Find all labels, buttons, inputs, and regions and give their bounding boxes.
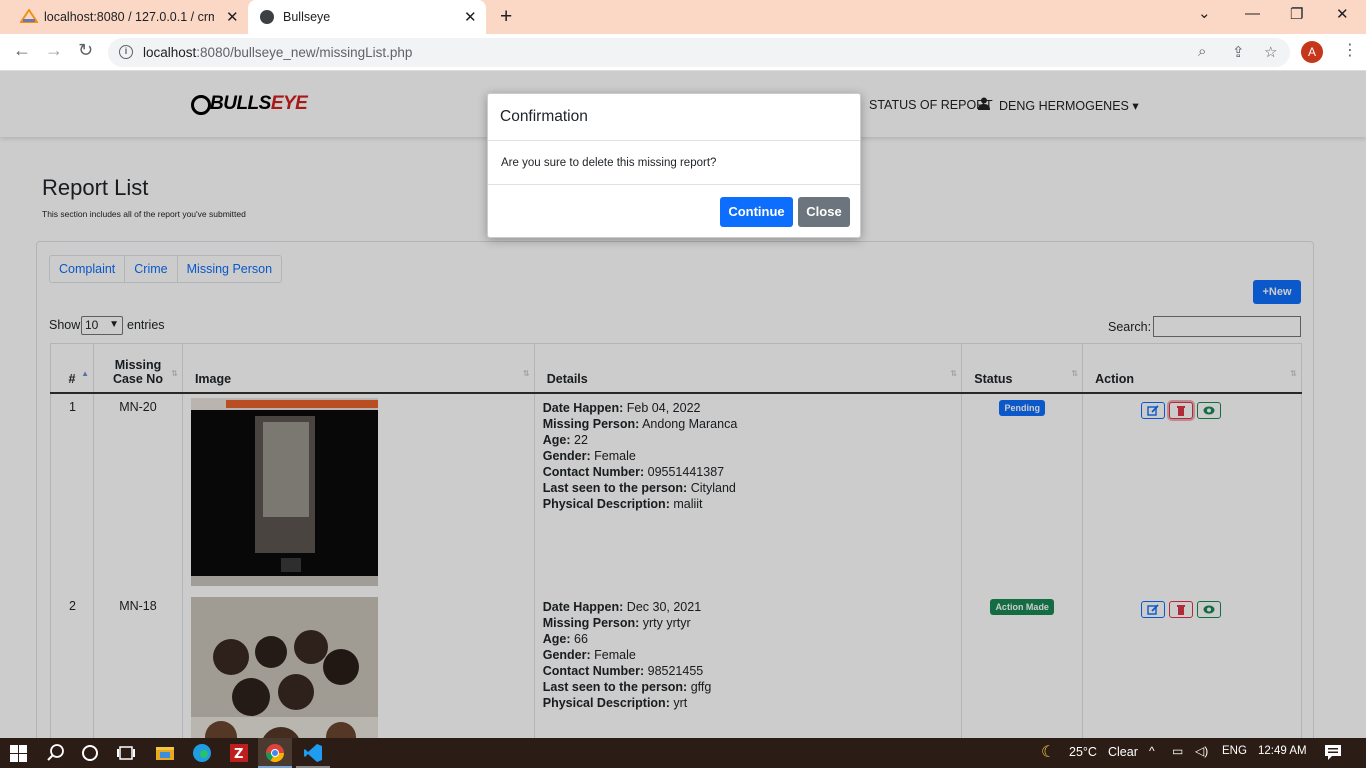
phpmyadmin-icon xyxy=(20,9,38,23)
continue-button[interactable]: Continue xyxy=(720,197,793,227)
weather-condition[interactable]: Clear xyxy=(1108,745,1138,759)
modal-title: Confirmation xyxy=(500,108,588,125)
filezilla-icon[interactable]: Z xyxy=(229,743,249,763)
tab-title: localhost:8080 / 127.0.0.1 / crms_ xyxy=(44,10,214,24)
svg-text:Z: Z xyxy=(234,747,243,762)
browser-menu-icon[interactable]: ⋮ xyxy=(1342,40,1358,60)
browser-tab-strip: localhost:8080 / 127.0.0.1 / crms_ ✕ Bul… xyxy=(0,0,1366,34)
vscode-icon[interactable] xyxy=(303,743,323,763)
bookmark-star-icon[interactable]: ☆ xyxy=(1264,43,1277,61)
close-tab-icon[interactable]: ✕ xyxy=(226,8,239,26)
new-tab-button[interactable]: + xyxy=(500,5,512,29)
windows-taskbar: Z ☾ 25°C Clear ^ ▭ ◁) ENG 12:49 AM xyxy=(0,738,1366,768)
file-explorer-icon[interactable] xyxy=(155,743,175,763)
share-icon[interactable]: ⇪ xyxy=(1232,43,1245,61)
modal-message: Are you sure to delete this missing repo… xyxy=(501,157,717,169)
url-text: localhost:8080/bullseye_new/missingList.… xyxy=(143,45,413,60)
notifications-icon[interactable] xyxy=(1324,744,1342,761)
zoom-icon[interactable]: ⌕ xyxy=(1198,43,1206,60)
web-page: BULLSEYE STATUS OF REPORT DENG HERMOGENE… xyxy=(0,71,1366,738)
globe-icon xyxy=(260,10,274,24)
address-bar[interactable]: i localhost:8080/bullseye_new/missingLis… xyxy=(108,38,1290,67)
reload-icon[interactable]: ↻ xyxy=(78,40,93,61)
window-close-icon[interactable]: ✕ xyxy=(1336,5,1349,23)
forward-icon[interactable]: → xyxy=(45,40,63,61)
weather-moon-icon[interactable]: ☾ xyxy=(1041,742,1055,762)
clock[interactable]: 12:49 AM xyxy=(1258,745,1307,757)
language-indicator[interactable]: ENG xyxy=(1222,745,1247,757)
volume-icon[interactable]: ◁) xyxy=(1195,744,1208,758)
close-tab-icon[interactable]: ✕ xyxy=(464,8,477,26)
minimize-icon[interactable]: — xyxy=(1245,5,1260,22)
tab-title: Bullseye xyxy=(283,10,331,24)
modal-header: Confirmation xyxy=(488,94,860,141)
chrome-icon[interactable] xyxy=(265,743,285,763)
tab-search-icon[interactable]: ⌄ xyxy=(1198,4,1211,22)
restore-icon[interactable]: ❐ xyxy=(1290,5,1303,23)
back-icon[interactable]: ← xyxy=(13,40,31,61)
close-button[interactable]: Close xyxy=(798,197,850,227)
confirmation-modal: Confirmation Are you sure to delete this… xyxy=(487,93,861,238)
windows-start-icon[interactable] xyxy=(10,745,27,762)
site-info-icon[interactable]: i xyxy=(119,45,133,59)
battery-icon[interactable]: ▭ xyxy=(1172,744,1183,758)
browser-toolbar: ← → ↻ i localhost:8080/bullseye_new/miss… xyxy=(0,34,1366,71)
profile-avatar[interactable]: A xyxy=(1301,41,1323,63)
edge-icon[interactable] xyxy=(192,743,212,763)
search-icon[interactable] xyxy=(46,743,66,763)
browser-tab-phpmyadmin[interactable]: localhost:8080 / 127.0.0.1 / crms_ ✕ xyxy=(14,0,248,34)
weather-temperature[interactable]: 25°C xyxy=(1069,745,1097,759)
cortana-icon[interactable] xyxy=(80,743,100,763)
task-view-icon[interactable] xyxy=(116,743,136,763)
browser-tab-bullseye[interactable]: Bullseye ✕ xyxy=(248,0,486,34)
tray-chevron-icon[interactable]: ^ xyxy=(1149,744,1155,758)
